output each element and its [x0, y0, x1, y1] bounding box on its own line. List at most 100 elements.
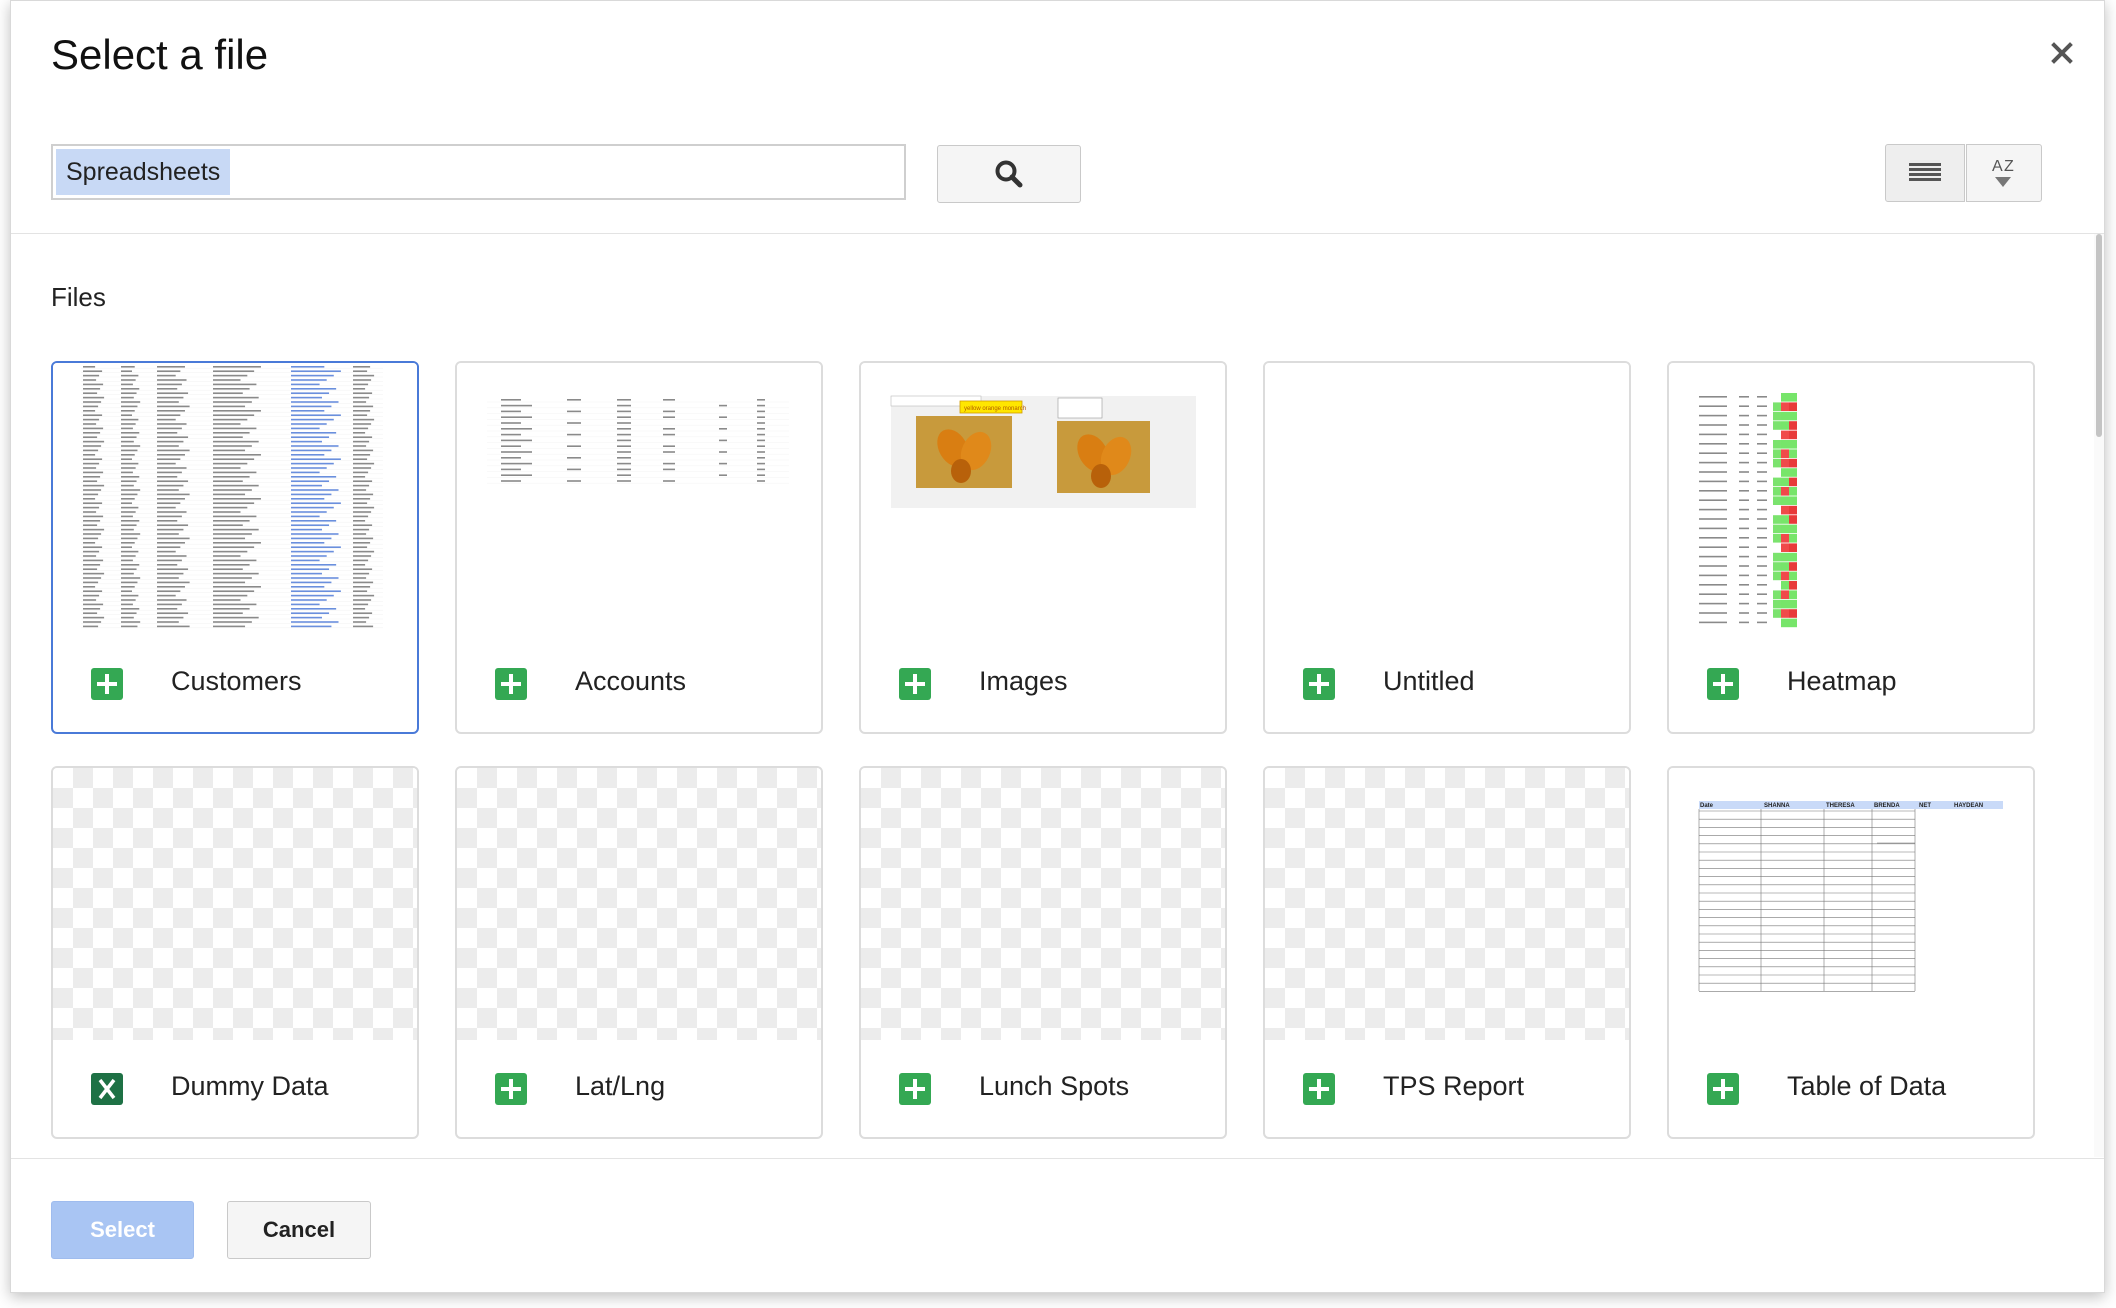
cell-text — [1757, 443, 1767, 445]
cell-text — [567, 399, 581, 401]
vertical-scrollbar[interactable] — [2094, 234, 2104, 1157]
file-card-heatmap[interactable]: Heatmap — [1667, 361, 2035, 734]
cell-text — [353, 586, 371, 588]
cell-text — [291, 520, 337, 522]
cell-text — [213, 383, 257, 386]
table-header: HAYDEAN — [1954, 803, 1983, 809]
cell-text — [121, 374, 139, 377]
cell-text — [353, 484, 370, 487]
cell-text — [353, 388, 366, 390]
heat-cell — [1781, 534, 1789, 543]
file-card-lat-lng[interactable]: Lat/Lng — [455, 766, 823, 1139]
cell-text — [353, 440, 370, 443]
cell-text — [1739, 612, 1749, 614]
cell-text — [83, 423, 97, 425]
cancel-button[interactable]: Cancel — [227, 1201, 371, 1259]
cell-text — [757, 445, 765, 447]
scrollbar-thumb[interactable] — [2096, 234, 2102, 437]
cell-text — [213, 454, 261, 456]
cell-text — [1757, 508, 1767, 511]
cell-text — [353, 401, 367, 403]
file-card-untitled[interactable]: Untitled — [1263, 361, 1631, 734]
cell-text — [157, 568, 189, 570]
cell-text — [291, 559, 320, 562]
cell-text — [157, 621, 179, 623]
file-card-images[interactable]: yellow orange monarch Images — [859, 361, 1227, 734]
file-card-tps-report[interactable]: TPS Report — [1263, 766, 1631, 1139]
file-card-table-of-data[interactable]: Date SHANNA THERESA BRENDA NET HAYDEAN T… — [1667, 766, 2035, 1139]
file-card-customers[interactable]: Customers — [51, 361, 419, 734]
cell-text — [157, 586, 185, 588]
heat-cell — [1781, 590, 1789, 599]
cell-text — [83, 537, 99, 540]
cell-text — [83, 564, 101, 566]
cell-text — [213, 625, 246, 628]
cell-text — [213, 594, 248, 597]
cell-text — [121, 383, 133, 386]
cell-text — [1699, 527, 1727, 530]
heat-cell — [1789, 543, 1797, 552]
heat-cell — [1789, 496, 1797, 505]
cell-text — [213, 524, 243, 526]
cell-text — [157, 542, 185, 544]
close-icon[interactable] — [2044, 35, 2080, 71]
cell-text — [353, 550, 375, 553]
cell-text — [291, 392, 330, 394]
heat-cell — [1789, 515, 1797, 524]
search-button[interactable] — [937, 145, 1081, 203]
list-view-button[interactable] — [1885, 144, 1965, 202]
sort-button[interactable]: A Z — [1966, 144, 2042, 202]
sort-az-icon: A Z — [1992, 158, 2014, 187]
cell-text — [121, 440, 134, 443]
cell-text — [213, 449, 246, 452]
file-card-dummy-data[interactable]: Dummy Data — [51, 766, 419, 1139]
cell-text — [83, 405, 99, 408]
image-caption: yellow orange monarch — [964, 406, 1026, 412]
heat-cell — [1789, 562, 1797, 571]
cell-text — [1699, 480, 1727, 483]
cell-text — [567, 422, 581, 424]
cell-text — [83, 467, 97, 469]
cell-text — [1699, 461, 1727, 464]
heat-cell — [1781, 449, 1789, 458]
cell-text — [83, 432, 101, 434]
cell-text — [1739, 527, 1749, 530]
cell-text — [719, 416, 727, 418]
cell-text — [1739, 461, 1749, 464]
cell-text — [501, 457, 521, 459]
cell-text — [291, 537, 332, 540]
cell-text — [291, 511, 327, 513]
cell-text — [291, 515, 320, 518]
heat-cell — [1773, 581, 1781, 590]
heat-cell — [1773, 552, 1781, 562]
cell-text — [121, 484, 134, 487]
heat-cell — [1789, 411, 1797, 421]
search-input[interactable]: Spreadsheets — [51, 144, 906, 200]
cell-text — [1699, 508, 1727, 511]
cell-text — [353, 498, 371, 500]
cell-text — [353, 405, 374, 408]
cell-text — [617, 399, 631, 401]
heat-cell — [1781, 393, 1789, 402]
cell-text — [1699, 565, 1727, 567]
cell-text — [663, 428, 675, 430]
cell-text — [213, 493, 246, 496]
cell-text — [1757, 621, 1767, 624]
file-card-accounts[interactable]: Accounts — [455, 361, 823, 734]
search-filter-token[interactable]: Spreadsheets — [56, 149, 231, 195]
cell-text — [353, 480, 373, 482]
cell-text — [291, 423, 327, 425]
cell-text — [213, 445, 252, 447]
cell-text — [291, 471, 320, 474]
file-name: Heatmap — [1787, 666, 1897, 696]
file-name: Accounts — [575, 666, 687, 696]
cell-text — [83, 370, 103, 372]
file-card-lunch-spots[interactable]: Lunch Spots — [859, 766, 1227, 1139]
cell-text — [1699, 593, 1727, 595]
cell-text — [1739, 508, 1749, 511]
cell-text — [291, 533, 339, 535]
cell-text — [213, 410, 261, 412]
cell-text — [1739, 433, 1749, 436]
select-button[interactable]: Select — [51, 1201, 194, 1259]
heat-cell — [1773, 590, 1781, 599]
